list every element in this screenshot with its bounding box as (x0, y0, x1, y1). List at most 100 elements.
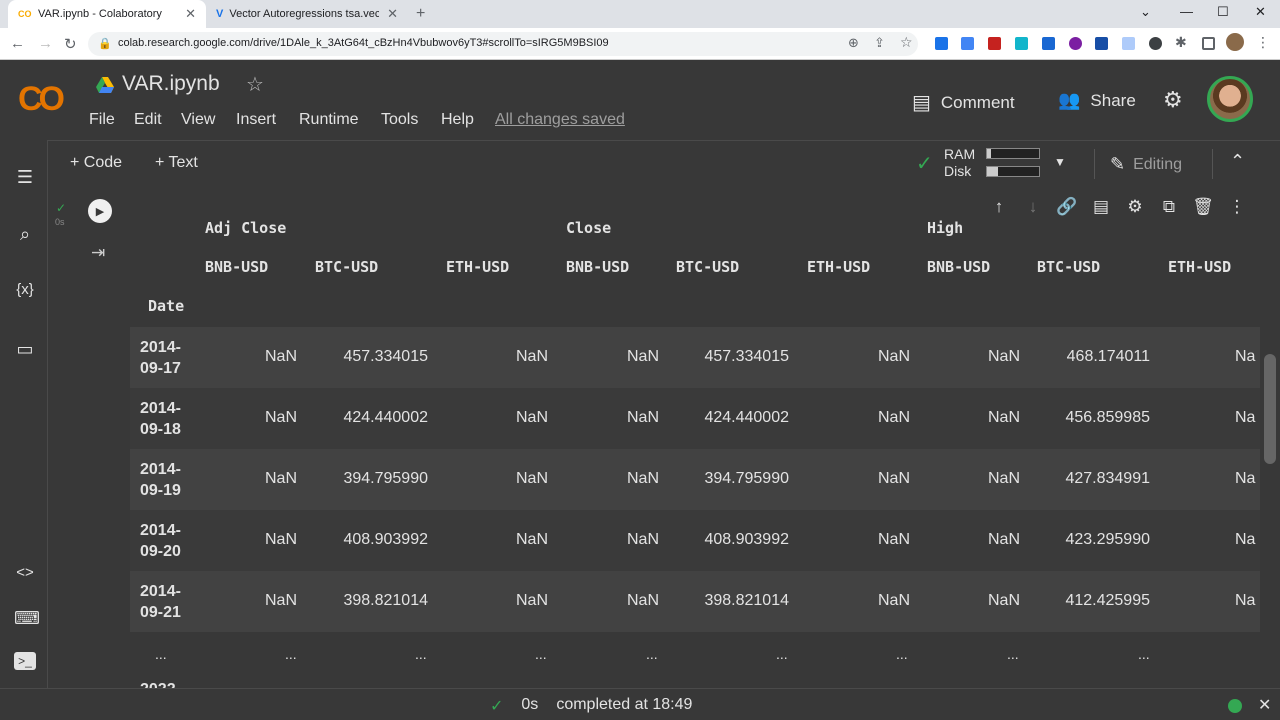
close-status-icon[interactable]: ✕ (1258, 695, 1271, 715)
extension-icon[interactable] (961, 37, 974, 50)
new-tab-icon[interactable]: + (416, 5, 425, 23)
table-cell: Na (1235, 470, 1256, 487)
play-icon: ▶ (95, 205, 105, 218)
settings-gear-icon[interactable]: ⚙ (1163, 87, 1183, 113)
google-drive-icon[interactable] (96, 77, 114, 93)
terminal-icon[interactable]: >_ (14, 652, 36, 670)
forward-icon[interactable]: → (38, 35, 53, 52)
puzzle-extensions-icon[interactable]: ✱ (1175, 34, 1187, 51)
share-page-icon[interactable]: ⇪ (874, 35, 885, 51)
browser-tab-active[interactable]: CO VAR.ipynb - Colaboratory ✕ (8, 0, 206, 28)
column-header: ETH-USD (446, 258, 510, 276)
column-header: ETH-USD (1168, 258, 1232, 276)
close-tab-icon[interactable]: ✕ (185, 6, 196, 22)
chevron-down-icon[interactable]: ⌄ (1140, 4, 1151, 20)
disk-usage-fill (987, 167, 999, 176)
add-code-button[interactable]: + Code (70, 154, 122, 172)
table-of-contents-icon[interactable]: ☰ (14, 167, 36, 188)
tab-title: Vector Autoregressions tsa.vecto (229, 8, 380, 20)
profile-avatar[interactable] (1226, 33, 1244, 51)
menu-insert[interactable]: Insert (236, 111, 276, 129)
browser-tab[interactable]: V Vector Autoregressions tsa.vecto ✕ (206, 0, 408, 28)
browser-tab-bar: CO VAR.ipynb - Colaboratory ✕ V Vector A… (0, 0, 1280, 28)
column-group-header: Close (566, 219, 612, 237)
run-cell-button[interactable]: ▶ (88, 199, 112, 223)
browser-menu-icon[interactable]: ⋮ (1256, 34, 1270, 51)
zoom-icon[interactable]: ⊕ (848, 35, 859, 51)
table-cell: NaN (264, 531, 297, 548)
editing-mode-button[interactable]: ✎ Editing (1110, 154, 1182, 175)
mirror-cell-icon[interactable]: ⧉ (1158, 197, 1180, 217)
cell-settings-icon[interactable]: ⚙ (1124, 197, 1146, 217)
scrollbar-thumb[interactable] (1264, 354, 1276, 464)
reload-icon[interactable]: ↻ (64, 35, 77, 53)
row-date-day: 09-19 (140, 482, 181, 499)
minimize-icon[interactable]: — (1180, 4, 1193, 19)
code-snippets-icon[interactable]: <> (14, 564, 36, 581)
maximize-icon[interactable]: ☐ (1217, 4, 1229, 20)
bookmark-star-icon[interactable]: ☆ (900, 34, 913, 51)
menu-edit[interactable]: Edit (134, 111, 162, 129)
share-button[interactable]: 👥 Share (1058, 90, 1136, 111)
column-header: BTC-USD (315, 258, 379, 276)
extension-icon[interactable] (1015, 37, 1028, 50)
comment-label: Comment (940, 92, 1015, 112)
execution-time: 0s (55, 217, 65, 227)
move-cell-up-icon[interactable]: ↑ (988, 197, 1010, 217)
comment-button[interactable]: ▤ Comment (912, 90, 1015, 115)
delete-cell-icon[interactable]: 🗑 (1192, 197, 1214, 217)
row-date-year: 2014- (140, 339, 181, 356)
table-cell: 424.440002 (704, 409, 789, 426)
table-cell: Na (1235, 409, 1256, 426)
table-cell: 424.440002 (343, 409, 428, 426)
pencil-icon: ✎ (1110, 154, 1126, 174)
resource-indicator[interactable]: RAM Disk (944, 146, 975, 180)
save-status[interactable]: All changes saved (495, 111, 625, 129)
menu-view[interactable]: View (181, 111, 215, 129)
vector-favicon-icon: V (216, 8, 224, 20)
status-bar: ✓ 0s completed at 18:49 ✕ (0, 688, 1280, 720)
back-icon[interactable]: ← (10, 35, 25, 52)
menu-help[interactable]: Help (441, 111, 474, 129)
side-panel-icon[interactable] (1202, 37, 1215, 50)
extension-icon[interactable] (1069, 37, 1082, 50)
star-icon[interactable]: ☆ (246, 72, 264, 97)
cell-more-icon[interactable]: ⋮ (1226, 197, 1248, 217)
colab-logo[interactable]: CO (18, 80, 65, 119)
output-actions-icon[interactable]: ⇥ (91, 243, 105, 263)
notebook-title[interactable]: VAR.ipynb (122, 72, 220, 96)
resource-dropdown-icon[interactable]: ▼ (1054, 155, 1066, 169)
menu-tools[interactable]: Tools (381, 111, 418, 129)
execution-status[interactable]: ✓ 0s completed at 18:49 (490, 696, 692, 716)
close-tab-icon[interactable]: ✕ (387, 6, 398, 22)
variables-icon[interactable]: {x} (14, 281, 36, 298)
close-window-icon[interactable]: ✕ (1255, 4, 1266, 20)
files-folder-icon[interactable]: ▭ (14, 339, 36, 360)
link-to-cell-icon[interactable]: 🔗 (1056, 197, 1078, 217)
table-cell: NaN (987, 592, 1020, 609)
ellipsis-cell: ... (646, 646, 658, 662)
table-cell: 394.795990 (343, 470, 428, 487)
table-cell: 427.834991 (1065, 470, 1150, 487)
extension-icon[interactable] (988, 37, 1001, 50)
extension-icon[interactable] (1042, 37, 1055, 50)
add-comment-icon[interactable]: ▤ (1090, 197, 1112, 217)
extension-icon[interactable] (1095, 37, 1108, 50)
extension-icon[interactable] (1122, 37, 1135, 50)
menu-file[interactable]: File (89, 111, 115, 129)
user-avatar[interactable] (1207, 76, 1253, 122)
menu-runtime[interactable]: Runtime (299, 111, 359, 129)
command-palette-icon[interactable]: ⌨ (14, 608, 40, 629)
table-cell: NaN (515, 348, 548, 365)
add-text-button[interactable]: + Text (155, 154, 198, 172)
table-cell: NaN (264, 470, 297, 487)
ellipsis-cell: ... (1138, 646, 1150, 662)
search-icon[interactable]: ⌕ (14, 224, 36, 245)
omnibox[interactable]: 🔒 colab.research.google.com/drive/1DAle_… (88, 32, 918, 56)
extension-icon[interactable] (935, 37, 948, 50)
collapse-header-icon[interactable]: ⌃ (1230, 151, 1245, 172)
move-cell-down-icon[interactable]: ↓ (1022, 197, 1044, 217)
extension-icon[interactable] (1149, 37, 1162, 50)
row-date-year: 2014- (140, 461, 181, 478)
tab-title: VAR.ipynb - Colaboratory (38, 8, 162, 20)
